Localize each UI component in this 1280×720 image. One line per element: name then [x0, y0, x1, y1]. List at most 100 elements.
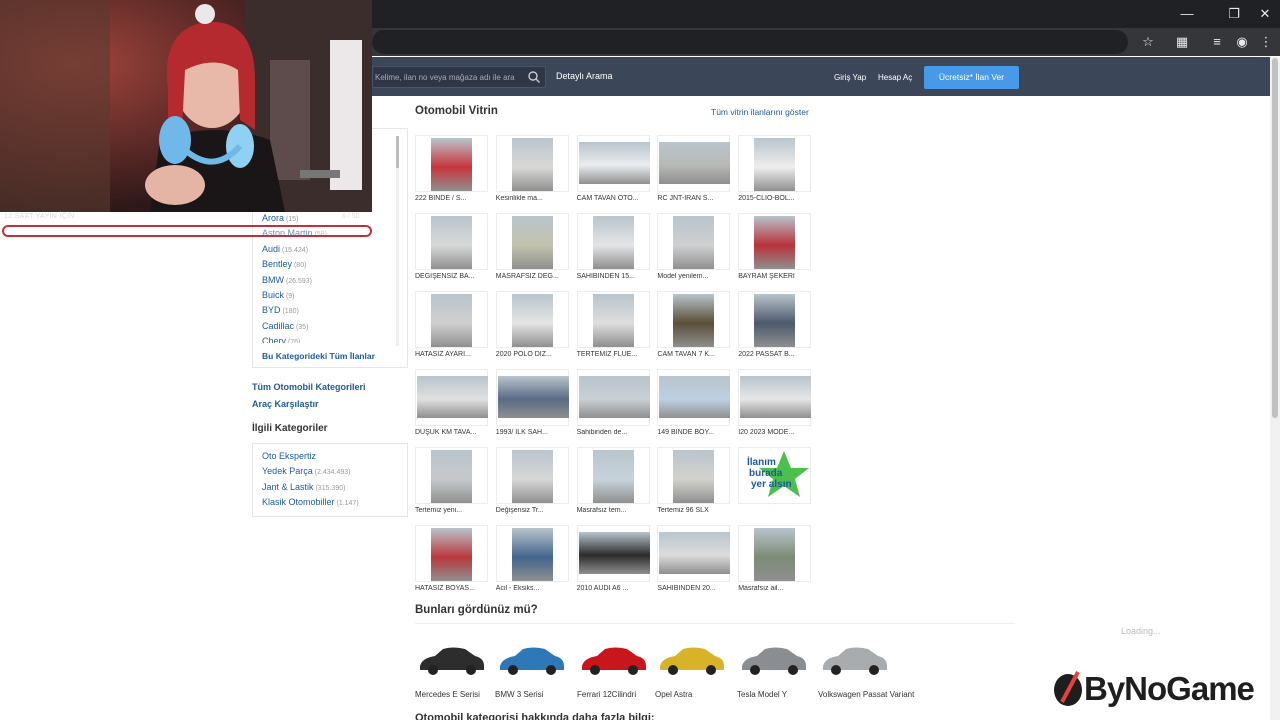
brand-item[interactable]: Cadillac (35)	[262, 321, 308, 331]
vitrin-listing-thumb[interactable]	[738, 291, 812, 348]
extensions-icon[interactable]: ▦	[1168, 28, 1196, 56]
vitrin-listing-thumb[interactable]	[576, 369, 650, 426]
vitrin-listing-caption[interactable]: DÜŞÜK KM TAVA...	[415, 429, 491, 436]
vitrin-listing-caption[interactable]: Model yenilem...	[657, 273, 733, 280]
vitrin-listing-caption[interactable]: CAM TAVAN OTO...	[577, 195, 653, 202]
vitrin-listing-thumb[interactable]	[576, 447, 650, 504]
menu-icon[interactable]: ⋮	[1252, 28, 1280, 56]
vitrin-listing-caption[interactable]: Acil - Eksiks...	[496, 585, 572, 592]
media-controls-icon[interactable]: ≡	[1203, 28, 1231, 56]
vitrin-listing-caption[interactable]: SAHİBİNDEN 20...	[657, 585, 733, 592]
suggested-car-name[interactable]: BMW 3 Serisi	[495, 690, 543, 699]
all-categories-link[interactable]: Tüm Otomobil Kategorileri	[252, 382, 366, 392]
brand-item[interactable]: Arora (15)	[262, 213, 298, 223]
vitrin-listing-caption[interactable]: 222 BİNDE / S...	[415, 195, 491, 202]
vitrin-show-all-link[interactable]: Tüm vitrin ilanlarını göster	[711, 107, 809, 117]
vitrin-placeholder-ad[interactable]: İlanım burada yer alsın	[738, 447, 812, 504]
vitrin-listing-caption[interactable]: BAYRAM ŞEKERİ	[738, 273, 814, 280]
vitrin-listing-thumb[interactable]	[576, 291, 650, 348]
vitrin-listing-caption[interactable]: 2022 PASSAT B...	[738, 351, 814, 358]
related-category-item[interactable]: Oto Ekspertiz	[262, 451, 316, 461]
vitrin-listing-caption[interactable]: 2020 POLO DİZ...	[496, 351, 572, 358]
brand-item[interactable]: Chery (76)	[262, 336, 300, 343]
vitrin-listing-thumb[interactable]	[495, 213, 569, 270]
vitrin-listing-caption[interactable]: TERTEMİZ FLUE...	[577, 351, 653, 358]
vitrin-listing-thumb[interactable]	[415, 447, 488, 504]
vitrin-listing-caption[interactable]: Kesinlikle ma...	[496, 195, 572, 202]
vitrin-listing-thumb[interactable]	[576, 213, 650, 270]
vitrin-listing-thumb[interactable]	[738, 213, 812, 270]
vitrin-listing-thumb[interactable]	[495, 447, 569, 504]
brand-item[interactable]: BMW (26.593)	[262, 275, 312, 285]
vitrin-listing-thumb[interactable]	[495, 525, 569, 582]
vitrin-listing-caption[interactable]: Sahibinden de...	[577, 429, 653, 436]
all-in-category-link[interactable]: Bu Kategorideki Tüm İlanlar	[262, 351, 375, 361]
suggested-car-name[interactable]: Mercedes E Serisi	[415, 690, 480, 699]
restore-icon[interactable]: ❐	[1218, 0, 1250, 28]
suggested-car-name[interactable]: Tesla Model Y	[737, 690, 787, 699]
close-window-icon[interactable]: ✕	[1249, 0, 1280, 28]
vitrin-listing-caption[interactable]: SAHİBİNDEN 15...	[577, 273, 653, 280]
vitrin-listing-thumb[interactable]	[495, 291, 569, 348]
vitrin-listing-thumb[interactable]	[657, 291, 731, 348]
address-bar[interactable]	[372, 30, 1128, 54]
suggested-car-image[interactable]	[579, 640, 659, 680]
vitrin-listing-caption[interactable]: İ20 2023 MODE...	[738, 429, 814, 436]
vitrin-listing-caption[interactable]: DEĞİŞENSİZ BA...	[415, 273, 491, 280]
vitrin-listing-caption[interactable]: MASRAFSIZ DEĞ...	[496, 273, 572, 280]
brand-item[interactable]: Buick (9)	[262, 290, 295, 300]
vitrin-listing-caption[interactable]: CAM TAVAN 7 K...	[657, 351, 733, 358]
vitrin-listing-thumb[interactable]	[738, 135, 812, 192]
detailed-search-link[interactable]: Detaylı Arama	[556, 71, 613, 81]
vitrin-listing-caption[interactable]: Masrafsız ail...	[738, 585, 814, 592]
search-input[interactable]	[373, 67, 523, 87]
vitrin-listing-thumb[interactable]	[495, 369, 569, 426]
post-ad-button[interactable]: Ücretsiz* İlan Ver	[924, 66, 1019, 89]
suggested-car-name[interactable]: Opel Astra	[655, 690, 692, 699]
search-box[interactable]	[372, 66, 546, 88]
vitrin-listing-thumb[interactable]	[495, 135, 569, 192]
suggested-car-image[interactable]	[820, 640, 900, 680]
compare-cars-link[interactable]: Araç Karşılaştır	[252, 399, 319, 409]
vitrin-listing-thumb[interactable]	[415, 291, 488, 348]
vitrin-listing-thumb[interactable]	[657, 369, 731, 426]
suggested-car-image[interactable]	[657, 640, 737, 680]
vitrin-listing-thumb[interactable]	[576, 525, 650, 582]
brand-item[interactable]: Audi (15.424)	[262, 244, 308, 254]
page-scrollbar-thumb[interactable]	[1272, 58, 1278, 418]
related-category-item[interactable]: Jant & Lastik (315.390)	[262, 482, 345, 492]
search-icon[interactable]	[527, 70, 541, 84]
related-category-item[interactable]: Yedek Parça (2.434.493)	[262, 466, 350, 476]
suggested-car-image[interactable]	[417, 640, 497, 680]
vitrin-listing-caption[interactable]: 2010 AUDİ A6 ...	[577, 585, 653, 592]
vitrin-listing-thumb[interactable]	[657, 447, 731, 504]
vitrin-listing-caption[interactable]: RC JNT-İRAN S...	[657, 195, 733, 202]
suggested-car-image[interactable]	[497, 640, 577, 680]
vitrin-listing-thumb[interactable]	[415, 213, 488, 270]
vitrin-listing-caption[interactable]: Tertemiz 96 SLX	[657, 507, 733, 514]
vitrin-listing-thumb[interactable]	[415, 135, 488, 192]
suggested-car-name[interactable]: Ferrari 12Cilindri	[577, 690, 636, 699]
vitrin-listing-caption[interactable]: Değişensiz Tr...	[496, 507, 572, 514]
bookmark-star-icon[interactable]: ☆	[1134, 28, 1162, 56]
login-link[interactable]: Giriş Yap	[834, 73, 866, 82]
vitrin-listing-thumb[interactable]	[657, 525, 731, 582]
vitrin-listing-caption[interactable]: HATASIZ BOYAS...	[415, 585, 491, 592]
brand-item[interactable]: BYD (180)	[262, 305, 299, 315]
vitrin-listing-caption[interactable]: HATASIZ AYARI...	[415, 351, 491, 358]
vitrin-listing-caption[interactable]: 149 BİNDE BOY...	[657, 429, 733, 436]
minimize-icon[interactable]: —	[1171, 0, 1203, 28]
register-link[interactable]: Hesap Aç	[878, 73, 912, 82]
vitrin-listing-thumb[interactable]	[738, 369, 812, 426]
vitrin-listing-caption[interactable]: 1993/ İLK SAH...	[496, 429, 572, 436]
vitrin-listing-caption[interactable]: 2015-CLİO-BOL...	[738, 195, 814, 202]
category-scrollbar-thumb[interactable]	[396, 136, 399, 168]
vitrin-listing-thumb[interactable]	[657, 213, 731, 270]
brand-item[interactable]: Bentley (80)	[262, 259, 306, 269]
vitrin-listing-caption[interactable]: Tertemiz yeni...	[415, 507, 491, 514]
vitrin-listing-thumb[interactable]	[576, 135, 650, 192]
vitrin-listing-thumb[interactable]	[415, 525, 488, 582]
suggested-car-name[interactable]: Volkswagen Passat Variant	[818, 690, 914, 699]
vitrin-listing-thumb[interactable]	[657, 135, 731, 192]
vitrin-listing-thumb[interactable]	[415, 369, 488, 426]
